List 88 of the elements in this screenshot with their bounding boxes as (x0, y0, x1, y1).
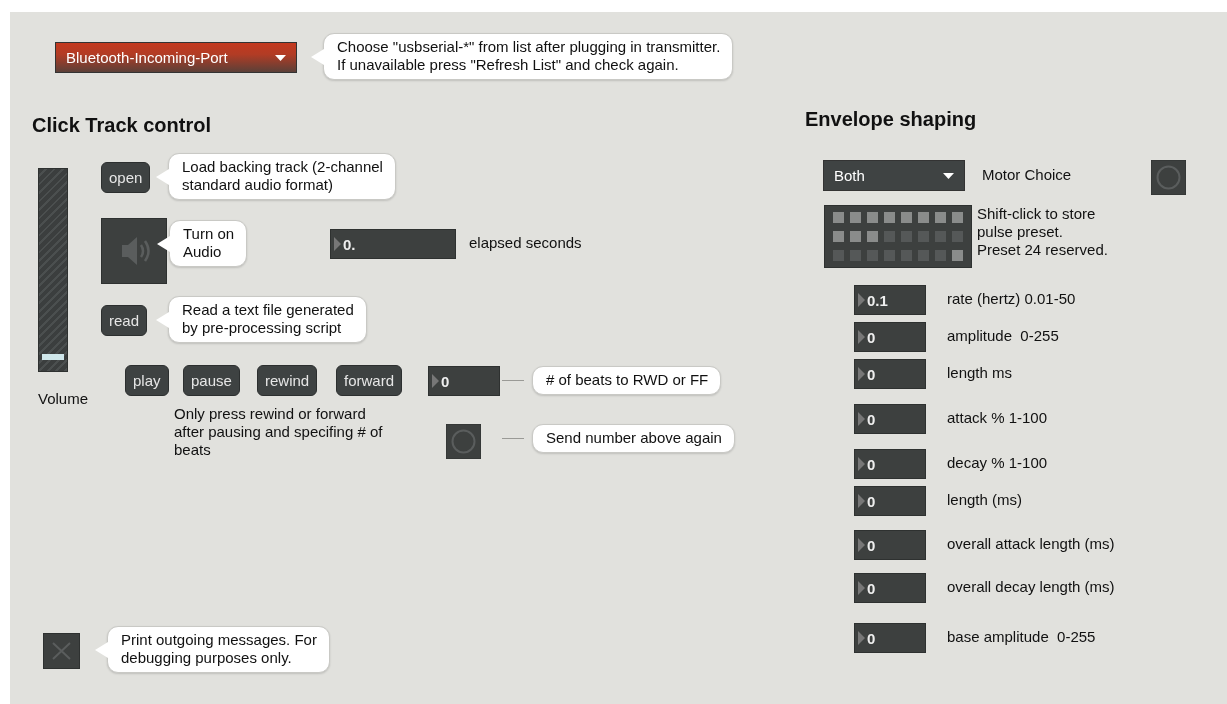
triangle-icon (432, 374, 439, 388)
preset-slot[interactable] (833, 212, 844, 223)
print-toggle[interactable] (43, 633, 80, 669)
parameter-label: overall attack length (ms) (947, 535, 1115, 553)
preset-slot[interactable] (833, 250, 844, 261)
parameter-label: length (ms) (947, 491, 1023, 509)
field-label: elapsed seconds (469, 234, 582, 252)
parameter-label: amplitude 0-255 (947, 327, 1059, 345)
preset-slot[interactable] (850, 231, 861, 242)
preset-slot[interactable] (918, 231, 929, 242)
parameter-label: attack % 1-100 (947, 409, 1048, 427)
preset-slot[interactable] (867, 231, 878, 242)
number-box[interactable]: 0.1 (854, 285, 926, 315)
preset-slot[interactable] (918, 250, 929, 261)
preset-slot[interactable] (935, 231, 946, 242)
triangle-icon (858, 412, 865, 426)
preset-slot[interactable] (901, 231, 912, 242)
hint-text: Turn on Audio (183, 225, 235, 260)
triangle-icon (858, 581, 865, 595)
message-button[interactable]: play (125, 365, 169, 396)
message-button[interactable]: forward (336, 365, 403, 396)
number-box[interactable]: 0 (854, 530, 926, 560)
parameter-label: length ms (947, 364, 1013, 382)
hint-text: Load backing track (2-channel standard audio format) (182, 158, 383, 193)
preset-grid[interactable] (824, 205, 972, 268)
slider-knob[interactable] (42, 354, 64, 361)
preset-slot[interactable] (867, 212, 878, 223)
parameter-label: overall decay length (ms) (947, 578, 1115, 596)
audio-toggle[interactable] (101, 218, 167, 284)
section-heading: Envelope shaping (805, 107, 977, 131)
preset-slot[interactable] (884, 212, 895, 223)
preset-slot[interactable] (901, 250, 912, 261)
menu-label: Motor Choice (982, 166, 1072, 184)
message-button[interactable]: pause (183, 365, 240, 396)
hint-text: Choose "usbserial-*" from list after plugging in transmitter. If unavailable press "Refresh List" and check again. (337, 38, 721, 73)
triangle-icon (858, 494, 865, 508)
hint-text: Read a text file generated by pre-processing script (182, 301, 354, 336)
section-heading: Click Track control (32, 113, 211, 137)
parameter-label: decay % 1-100 (947, 454, 1048, 472)
triangle-icon (334, 237, 341, 251)
number-box[interactable]: 0 (854, 359, 926, 389)
number-box[interactable]: 0 (428, 366, 500, 396)
number-box[interactable]: 0 (854, 623, 926, 653)
preset-slot[interactable] (952, 250, 963, 261)
number-box[interactable]: 0 (854, 449, 926, 479)
message-button[interactable]: rewind (257, 365, 318, 396)
preset-slot[interactable] (850, 212, 861, 223)
volume-slider[interactable] (38, 168, 68, 372)
triangle-icon (858, 631, 865, 645)
triangle-icon (858, 538, 865, 552)
triangle-icon (858, 367, 865, 381)
preset-slot[interactable] (935, 212, 946, 223)
bang-button[interactable] (446, 424, 481, 459)
parameter-label: rate (hertz) 0.01-50 (947, 290, 1076, 308)
preset-slot[interactable] (901, 212, 912, 223)
number-box[interactable]: 0 (854, 404, 926, 434)
triangle-icon (858, 330, 865, 344)
preset-slot[interactable] (918, 212, 929, 223)
number-box[interactable]: 0. (330, 229, 456, 259)
preset-hint: Shift-click to store pulse preset. Preset 24 reserved. (977, 205, 1108, 259)
preset-slot[interactable] (952, 212, 963, 223)
message-button[interactable]: read (101, 305, 148, 336)
caret-icon (943, 172, 954, 179)
preset-slot[interactable] (850, 250, 861, 261)
parameter-label: base amplitude 0-255 (947, 628, 1096, 646)
leader-line (502, 380, 524, 381)
caret-icon (275, 54, 286, 61)
number-box[interactable]: 0 (854, 486, 926, 516)
triangle-icon (858, 293, 865, 307)
number-box[interactable]: 0 (854, 573, 926, 603)
triangle-icon (858, 457, 865, 471)
hint-text: # of beats to RWD or FF (546, 371, 709, 388)
dropdown-menu[interactable]: Both (823, 160, 965, 191)
hint-text: Send number above again (546, 429, 722, 446)
slider-label: Volume (38, 390, 89, 408)
preset-slot[interactable] (935, 250, 946, 261)
preset-slot[interactable] (884, 250, 895, 261)
dropdown-menu[interactable]: Bluetooth-Incoming-Port (55, 42, 297, 73)
preset-slot[interactable] (952, 231, 963, 242)
bang-button[interactable] (1151, 160, 1186, 195)
preset-slot[interactable] (884, 231, 895, 242)
number-box[interactable]: 0 (854, 322, 926, 352)
message-button[interactable]: open (101, 162, 151, 193)
hint-text: Print outgoing messages. For debugging purposes only. (121, 631, 317, 666)
leader-line (502, 438, 524, 439)
preset-slot[interactable] (833, 231, 844, 242)
instruction-text: Only press rewind or forward after pausing and specifing # of beats (174, 405, 383, 459)
preset-slot[interactable] (867, 250, 878, 261)
